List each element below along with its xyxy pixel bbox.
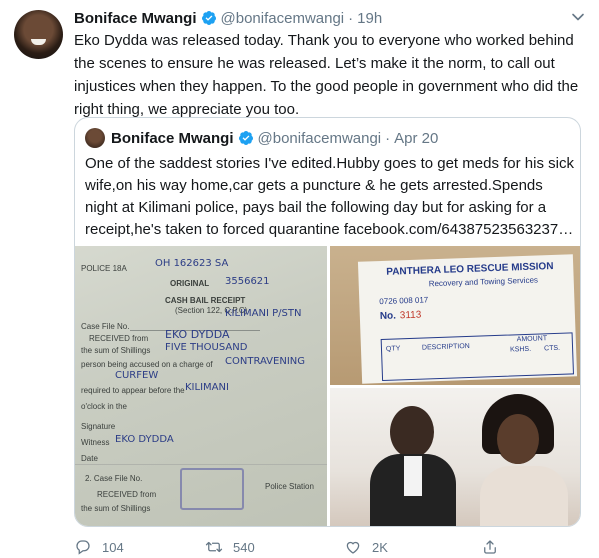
tweet-header: Boniface Mwangi @bonifacemwangi · 19h [74,8,382,28]
receipt-handwriting: CURFEW [115,370,159,381]
like-button[interactable]: 2K [344,538,388,556]
receipt-print: Signature [81,422,116,431]
receipt-handwriting: OH 162623 SA [155,258,229,269]
receipt-print: RECEIVED from [97,490,157,499]
separator: · [385,129,391,147]
retweet-count: 540 [233,539,255,555]
receipt-print: Case File No. [81,322,130,331]
receipt-print: person being accused on a charge of [81,360,213,369]
receipt-handwriting: EKO DYDDA [115,434,174,445]
reply-icon [76,540,90,555]
quoted-tweet[interactable]: Boniface Mwangi @bonifacemwangi · Apr 20… [74,117,581,527]
table-header: QTY [385,345,401,353]
author-avatar[interactable] [14,10,63,59]
man-head [390,406,434,458]
receipt-print: Witness [81,438,110,447]
receipt-print: ORIGINAL [170,279,210,288]
quoted-author-handle: @bonifacemwangi [257,129,382,147]
receipt-handwriting: EKO DYDDA [165,328,230,341]
rescue-receipt-no-label: No. [379,310,397,323]
receipt-print: the sum of Shillings [81,504,151,513]
receipt-handwriting: CONTRAVENING [225,356,306,367]
receipt-handwriting: FIVE THOUSAND [165,342,248,353]
verified-badge-icon [238,131,253,145]
receipt-print: 2. Case File No. [85,474,143,483]
verified-badge-icon [201,11,216,25]
quoted-author-avatar [85,128,105,148]
rescue-receipt-subtitle: Recovery and Towing Services [428,275,539,289]
receipt-print: required to appear before the [81,386,185,395]
receipt-print: CASH BAIL RECEIPT [165,296,246,305]
rescue-mission-receipt-photo[interactable]: PANTHERA LEO RESCUE MISSION Recovery and… [330,246,580,385]
cash-bail-receipt-photo[interactable]: POLICE 18A OH 162623 SA ORIGINAL 3556621… [75,246,327,526]
separator: · [348,9,354,27]
like-icon [346,541,360,554]
table-header: DESCRIPTION [421,342,470,352]
tweet-actions: 104 540 2K [74,538,594,558]
receipt-print: Date [81,454,98,463]
receipt-print: o'clock in the [81,402,127,411]
quoted-tweet-time: Apr 20 [394,129,439,147]
author-name[interactable]: Boniface Mwangi [74,10,197,27]
quoted-tweet-text: One of the saddest stories I've edited.H… [85,155,574,238]
couple-photo[interactable] [330,388,580,526]
tweet-time[interactable]: 19h [357,10,382,27]
receipt-handwriting: KILIMANI P/STN [225,308,302,319]
receipt-print: POLICE 18A [81,264,127,273]
woman-dress [480,466,568,526]
tweet-text: Eko Dydda was released today. Thank you … [74,32,579,118]
receipt-print: RECEIVED from [89,334,149,343]
receipt-divider [75,464,327,465]
reply-count: 104 [102,539,124,555]
quoted-tweet-header: Boniface Mwangi @bonifacemwangi · Apr 20 [111,128,438,148]
woman-face [497,414,539,464]
author-handle[interactable]: @bonifacemwangi [221,10,345,27]
receipt-print: Police Station [265,482,314,491]
avatar-smile [31,39,46,45]
receipt-print: the sum of Shillings [81,346,151,355]
rescue-receipt-phone: 0726 008 017 [379,295,429,307]
share-button[interactable] [481,538,509,556]
like-count: 2K [372,539,388,555]
table-header: AMOUNT [516,335,548,344]
police-stamp [180,468,244,510]
receipt-handwriting: KILIMANI [185,382,229,393]
rescue-receipt-card: PANTHERA LEO RESCUE MISSION Recovery and… [357,254,578,384]
rescue-receipt-table: QTY DESCRIPTION AMOUNT KSHS. CTS. [380,332,574,382]
caret-down-icon[interactable] [571,10,585,24]
rescue-receipt-number: 3113 [399,309,422,322]
reply-button[interactable]: 104 [74,538,124,556]
share-icon [484,540,496,554]
table-header: KSHS. [509,345,532,354]
receipt-handwriting: 3556621 [225,276,270,287]
quoted-author-name: Boniface Mwangi [111,129,234,147]
man-shirt [404,456,422,496]
retweet-button[interactable]: 540 [205,538,255,556]
retweet-icon [205,541,223,553]
table-header: CTS. [543,344,561,353]
